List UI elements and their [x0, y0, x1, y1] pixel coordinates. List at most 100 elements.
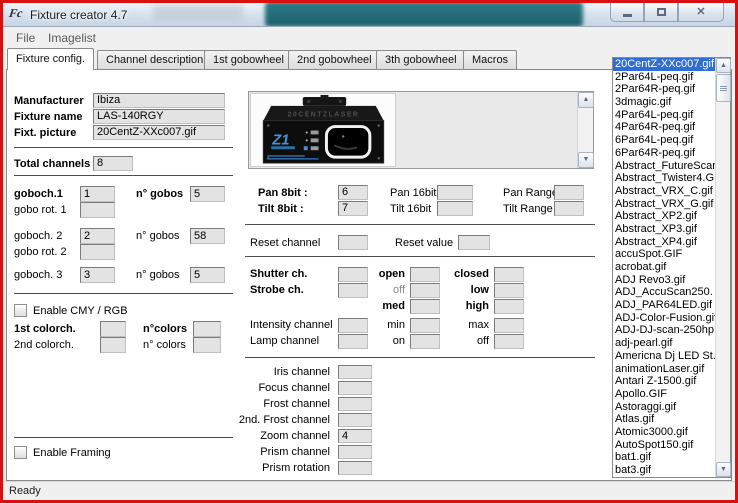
colorch2-field[interactable] — [100, 337, 126, 353]
list-item[interactable]: 2Par64L-peq.gif — [613, 71, 715, 84]
frost2-channel-field[interactable] — [338, 413, 372, 427]
list-item[interactable]: 6Par64L-peq.gif — [613, 134, 715, 147]
list-item[interactable]: ADJ-Color-Fusion.gif — [613, 312, 715, 325]
list-item[interactable]: Apollo.GIF — [613, 388, 715, 401]
frost-channel-field[interactable] — [338, 397, 372, 411]
list-item[interactable]: AutoSpot150.gif — [613, 439, 715, 452]
tilt-range-field[interactable] — [554, 201, 584, 216]
pan16-field[interactable] — [437, 185, 473, 200]
list-item[interactable]: 4Par64R-peq.gif — [613, 121, 715, 134]
status-text: Ready — [9, 485, 41, 497]
list-item[interactable]: 3dmagic.gif — [613, 96, 715, 109]
scroll-up-icon[interactable]: ▲ — [578, 92, 594, 108]
list-item[interactable]: Abstract_XP2.gif — [613, 210, 715, 223]
manufacturer-field[interactable]: Ibiza — [93, 93, 225, 108]
high-field[interactable] — [494, 299, 524, 314]
goboch2-field[interactable]: 2 — [80, 228, 115, 244]
ncolors1-field[interactable] — [193, 321, 221, 337]
fixture-name-field[interactable]: LAS-140RGY — [93, 109, 225, 124]
list-item[interactable]: bat1.gif — [613, 451, 715, 464]
list-item[interactable]: ADJ_PAR64LED.gif — [613, 299, 715, 312]
pan-range-field[interactable] — [554, 185, 584, 200]
tab-2nd-gobowheel[interactable]: 2nd gobowheel — [288, 50, 381, 69]
iris-channel-field[interactable] — [338, 365, 372, 379]
ngobos2-field[interactable]: 58 — [190, 228, 225, 244]
list-item[interactable]: accuSpot.GIF — [613, 248, 715, 261]
list-item[interactable]: 4Par64L-peq.gif — [613, 109, 715, 122]
ngobos3-field[interactable]: 5 — [190, 267, 225, 283]
fixt-picture-field[interactable]: 20CentZ-XXc007.gif — [93, 125, 225, 140]
lamp-channel-label: Lamp channel — [250, 335, 319, 347]
enable-cmy-checkbox[interactable] — [14, 304, 27, 317]
tab-1st-gobowheel[interactable]: 1st gobowheel — [204, 50, 293, 69]
list-item[interactable]: 6Par64R-peq.gif — [613, 147, 715, 160]
scroll-down-icon[interactable]: ▼ — [578, 152, 594, 168]
list-item[interactable]: ADJ Revo3.gif — [613, 274, 715, 287]
list-scrollbar[interactable]: ▲ ▼ — [715, 58, 730, 477]
med-label: med — [363, 300, 405, 312]
image-scrollbar[interactable]: ▲ ▼ — [577, 92, 593, 168]
list-item[interactable]: acrobat.gif — [613, 261, 715, 274]
list-item[interactable]: 2Par64R-peq.gif — [613, 83, 715, 96]
list-item[interactable]: Abstract_VRX_G.gif — [613, 198, 715, 211]
list-item[interactable]: 20CentZ-XXc007.gif — [613, 58, 715, 71]
total-channels-field[interactable]: 8 — [93, 156, 133, 171]
zoom-channel-field[interactable]: 4 — [338, 429, 372, 443]
list-item[interactable]: Abstract_VRX_C.gif — [613, 185, 715, 198]
menu-imagelist[interactable]: Imagelist — [48, 31, 96, 45]
tab-fixture-config[interactable]: Fixture config. — [7, 48, 94, 70]
max-field[interactable] — [494, 318, 524, 333]
ngobos1-field[interactable]: 5 — [190, 186, 225, 202]
med-field[interactable] — [410, 299, 440, 314]
tilt8-field[interactable]: 7 — [338, 201, 368, 216]
list-item[interactable]: Antari Z-1500.gif — [613, 375, 715, 388]
ncolors2-field[interactable] — [193, 337, 221, 353]
prism-channel-field[interactable] — [338, 445, 372, 459]
pan8-field[interactable]: 6 — [338, 185, 368, 200]
goboch3-field[interactable]: 3 — [80, 267, 115, 283]
reset-value-field[interactable] — [458, 235, 490, 250]
focus-channel-field[interactable] — [338, 381, 372, 395]
list-item[interactable]: Abstract_XP4.gif — [613, 236, 715, 249]
maximize-button[interactable] — [644, 3, 678, 22]
list-item[interactable]: Atomic3000.gif — [613, 426, 715, 439]
list-scroll-thumb[interactable] — [716, 74, 731, 102]
menu-file[interactable]: File — [16, 31, 35, 45]
minimize-button[interactable] — [610, 3, 644, 22]
list-item[interactable]: bat3.gif — [613, 464, 715, 477]
list-scroll-up-icon[interactable]: ▲ — [716, 58, 731, 73]
tab-3th-gobowheel[interactable]: 3th gobowheel — [376, 50, 466, 69]
close-button[interactable]: ✕ — [678, 3, 724, 22]
titlebar[interactable]: Fc Fixture creator 4.7 ✕ — [3, 3, 735, 27]
open-field[interactable] — [410, 267, 440, 282]
low-field[interactable] — [494, 283, 524, 298]
goborot2-field[interactable] — [80, 244, 115, 260]
goborot1-field[interactable] — [80, 202, 115, 218]
list-item[interactable]: Abstract_FutureScan — [613, 160, 715, 173]
reset-channel-field[interactable] — [338, 235, 368, 250]
on-field[interactable] — [410, 334, 440, 349]
tab-macros[interactable]: Macros — [463, 50, 517, 69]
list-item[interactable]: ADJ-DJ-scan-250hp — [613, 324, 715, 337]
strobe-off-field[interactable] — [410, 283, 440, 298]
goboch1-field[interactable]: 1 — [80, 186, 115, 202]
tab-channel-description[interactable]: Channel description — [97, 50, 212, 69]
tilt16-field[interactable] — [437, 201, 473, 216]
min-field[interactable] — [410, 318, 440, 333]
closed-field[interactable] — [494, 267, 524, 282]
list-item[interactable]: Atlas.gif — [613, 413, 715, 426]
enable-framing-checkbox[interactable] — [14, 446, 27, 459]
prism-rotation-field[interactable] — [338, 461, 372, 475]
picture-file-listbox[interactable]: 20CentZ-XXc007.gif2Par64L-peq.gif2Par64R… — [612, 57, 731, 478]
colorch1-field[interactable] — [100, 321, 126, 337]
list-item[interactable]: Astoraggi.gif — [613, 401, 715, 414]
lamp-off-field[interactable] — [494, 334, 524, 349]
list-item[interactable]: Abstract_XP3.gif — [613, 223, 715, 236]
list-item[interactable]: animationLaser.gif — [613, 363, 715, 376]
list-item[interactable]: Americna Dj LED St. — [613, 350, 715, 363]
list-item[interactable]: ADJ_AccuScan250. — [613, 286, 715, 299]
closed-label: closed — [443, 268, 489, 280]
list-item[interactable]: adj-pearl.gif — [613, 337, 715, 350]
list-scroll-down-icon[interactable]: ▼ — [716, 462, 731, 477]
list-item[interactable]: Abstract_Twister4.G — [613, 172, 715, 185]
